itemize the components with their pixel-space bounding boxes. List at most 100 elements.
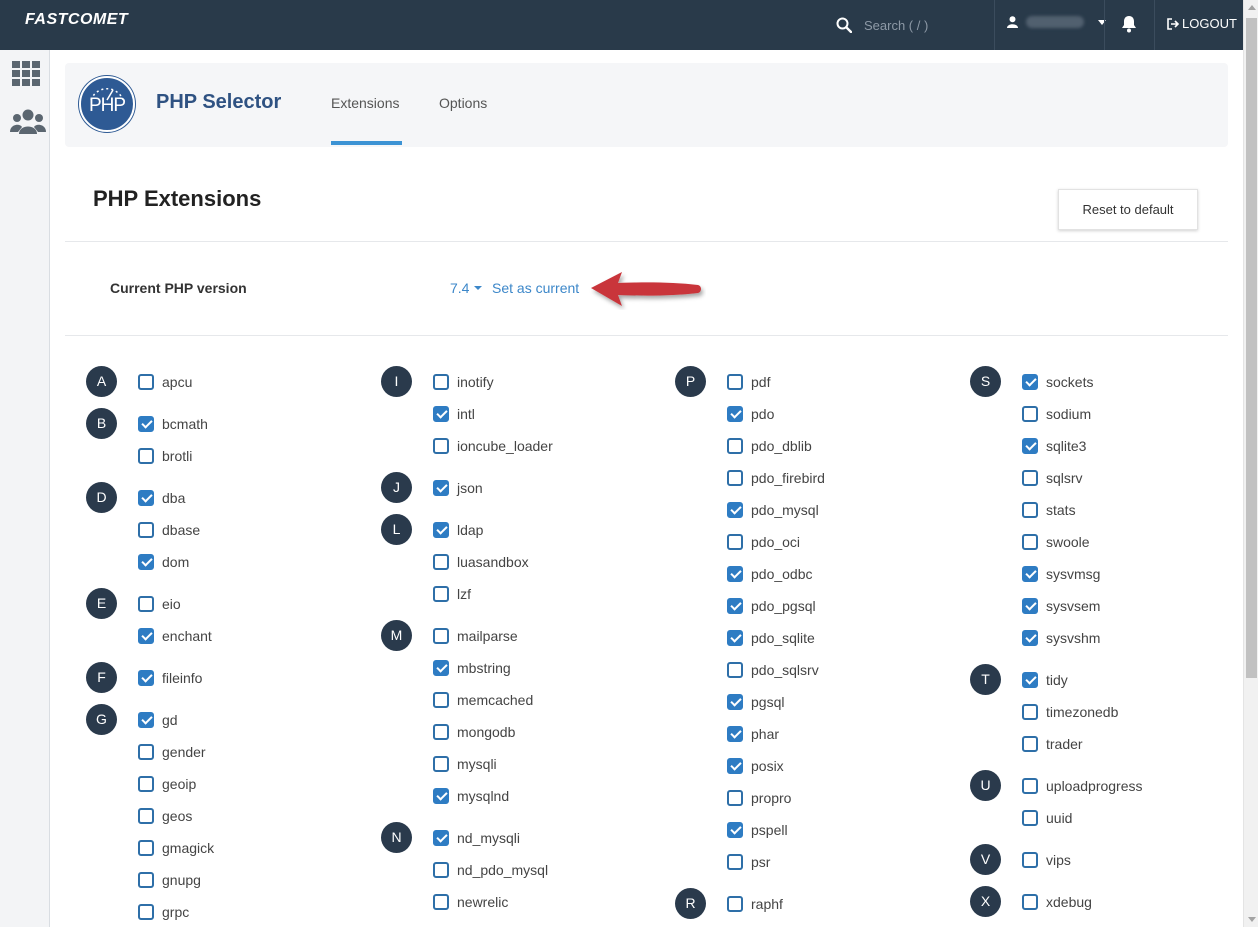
extension-psr[interactable]: psr bbox=[727, 852, 770, 872]
extension-checkbox[interactable] bbox=[1022, 566, 1038, 582]
extension-checkbox[interactable] bbox=[138, 522, 154, 538]
tab-extensions[interactable]: Extensions bbox=[331, 95, 399, 111]
extension-phar[interactable]: phar bbox=[727, 724, 779, 744]
extension-checkbox[interactable] bbox=[433, 724, 449, 740]
extension-checkbox[interactable] bbox=[727, 822, 743, 838]
extension-sysvmsg[interactable]: sysvmsg bbox=[1022, 564, 1100, 584]
extension-checkbox[interactable] bbox=[433, 480, 449, 496]
extension-gender[interactable]: gender bbox=[138, 742, 206, 762]
extension-pgsql[interactable]: pgsql bbox=[727, 692, 784, 712]
tab-options[interactable]: Options bbox=[439, 95, 487, 111]
extension-checkbox[interactable] bbox=[1022, 852, 1038, 868]
extension-checkbox[interactable] bbox=[727, 662, 743, 678]
extension-checkbox[interactable] bbox=[433, 660, 449, 676]
search-box[interactable] bbox=[836, 14, 994, 36]
extension-newrelic[interactable]: newrelic bbox=[433, 892, 508, 912]
extension-checkbox[interactable] bbox=[138, 712, 154, 728]
extension-pdo-sqlsrv[interactable]: pdo_sqlsrv bbox=[727, 660, 819, 680]
extension-inotify[interactable]: inotify bbox=[433, 372, 494, 392]
extension-pdo-sqlite[interactable]: pdo_sqlite bbox=[727, 628, 815, 648]
extension-checkbox[interactable] bbox=[138, 554, 154, 570]
extension-apcu[interactable]: apcu bbox=[138, 372, 192, 392]
extension-checkbox[interactable] bbox=[1022, 778, 1038, 794]
extension-checkbox[interactable] bbox=[1022, 438, 1038, 454]
extension-stats[interactable]: stats bbox=[1022, 500, 1076, 520]
extension-checkbox[interactable] bbox=[138, 490, 154, 506]
extension-checkbox[interactable] bbox=[727, 566, 743, 582]
extension-memcached[interactable]: memcached bbox=[433, 690, 533, 710]
extension-checkbox[interactable] bbox=[138, 776, 154, 792]
extension-enchant[interactable]: enchant bbox=[138, 626, 212, 646]
extension-sodium[interactable]: sodium bbox=[1022, 404, 1091, 424]
extension-checkbox[interactable] bbox=[1022, 502, 1038, 518]
extension-checkbox[interactable] bbox=[138, 808, 154, 824]
extension-posix[interactable]: posix bbox=[727, 756, 784, 776]
extension-checkbox[interactable] bbox=[138, 628, 154, 644]
extension-pdf[interactable]: pdf bbox=[727, 372, 770, 392]
extension-bcmath[interactable]: bcmath bbox=[138, 414, 208, 434]
extension-luasandbox[interactable]: luasandbox bbox=[433, 552, 529, 572]
extension-raphf[interactable]: raphf bbox=[727, 894, 783, 914]
extension-trader[interactable]: trader bbox=[1022, 734, 1083, 754]
extension-mysqlnd[interactable]: mysqlnd bbox=[433, 786, 509, 806]
extension-checkbox[interactable] bbox=[1022, 374, 1038, 390]
extension-checkbox[interactable] bbox=[433, 522, 449, 538]
extension-checkbox[interactable] bbox=[1022, 704, 1038, 720]
extension-vips[interactable]: vips bbox=[1022, 850, 1071, 870]
extension-checkbox[interactable] bbox=[138, 872, 154, 888]
extension-checkbox[interactable] bbox=[1022, 810, 1038, 826]
extension-checkbox[interactable] bbox=[138, 904, 154, 920]
extension-checkbox[interactable] bbox=[138, 374, 154, 390]
extension-checkbox[interactable] bbox=[1022, 894, 1038, 910]
extension-checkbox[interactable] bbox=[138, 596, 154, 612]
apps-grid-icon[interactable] bbox=[10, 60, 42, 88]
extension-checkbox[interactable] bbox=[433, 894, 449, 910]
extension-checkbox[interactable] bbox=[433, 830, 449, 846]
extension-pdo[interactable]: pdo bbox=[727, 404, 774, 424]
extension-checkbox[interactable] bbox=[727, 534, 743, 550]
extension-mongodb[interactable]: mongodb bbox=[433, 722, 515, 742]
extension-checkbox[interactable] bbox=[727, 630, 743, 646]
logout-button[interactable]: LOGOUT bbox=[1166, 16, 1237, 31]
extension-sysvsem[interactable]: sysvsem bbox=[1022, 596, 1100, 616]
extension-mbstring[interactable]: mbstring bbox=[433, 658, 511, 678]
extension-checkbox[interactable] bbox=[727, 374, 743, 390]
extension-json[interactable]: json bbox=[433, 478, 483, 498]
extension-checkbox[interactable] bbox=[727, 790, 743, 806]
extension-checkbox[interactable] bbox=[727, 438, 743, 454]
extension-ioncube-loader[interactable]: ioncube_loader bbox=[433, 436, 553, 456]
extension-checkbox[interactable] bbox=[727, 406, 743, 422]
extension-pspell[interactable]: pspell bbox=[727, 820, 788, 840]
bell-icon[interactable] bbox=[1121, 15, 1137, 33]
extension-sqlsrv[interactable]: sqlsrv bbox=[1022, 468, 1083, 488]
extension-uploadprogress[interactable]: uploadprogress bbox=[1022, 776, 1143, 796]
extension-checkbox[interactable] bbox=[1022, 534, 1038, 550]
extension-brotli[interactable]: brotli bbox=[138, 446, 192, 466]
extension-intl[interactable]: intl bbox=[433, 404, 475, 424]
extension-checkbox[interactable] bbox=[433, 628, 449, 644]
user-menu[interactable] bbox=[1007, 16, 1106, 28]
extension-checkbox[interactable] bbox=[433, 374, 449, 390]
extension-checkbox[interactable] bbox=[727, 758, 743, 774]
extension-mysqli[interactable]: mysqli bbox=[433, 754, 497, 774]
extension-checkbox[interactable] bbox=[727, 896, 743, 912]
extension-sqlite3[interactable]: sqlite3 bbox=[1022, 436, 1086, 456]
extension-nd-pdo-mysql[interactable]: nd_pdo_mysql bbox=[433, 860, 548, 880]
extension-checkbox[interactable] bbox=[1022, 406, 1038, 422]
extension-dom[interactable]: dom bbox=[138, 552, 189, 572]
extension-ldap[interactable]: ldap bbox=[433, 520, 483, 540]
vertical-scrollbar[interactable] bbox=[1243, 0, 1258, 927]
extension-checkbox[interactable] bbox=[433, 438, 449, 454]
extension-checkbox[interactable] bbox=[1022, 598, 1038, 614]
extension-checkbox[interactable] bbox=[138, 840, 154, 856]
extension-pdo-mysql[interactable]: pdo_mysql bbox=[727, 500, 819, 520]
extension-mailparse[interactable]: mailparse bbox=[433, 626, 518, 646]
extension-checkbox[interactable] bbox=[727, 694, 743, 710]
extension-checkbox[interactable] bbox=[727, 726, 743, 742]
extension-nd-mysqli[interactable]: nd_mysqli bbox=[433, 828, 520, 848]
extension-grpc[interactable]: grpc bbox=[138, 902, 189, 922]
search-input[interactable] bbox=[864, 17, 994, 33]
extension-geoip[interactable]: geoip bbox=[138, 774, 196, 794]
extension-checkbox[interactable] bbox=[727, 854, 743, 870]
scroll-up-arrow-icon[interactable] bbox=[1248, 5, 1256, 10]
